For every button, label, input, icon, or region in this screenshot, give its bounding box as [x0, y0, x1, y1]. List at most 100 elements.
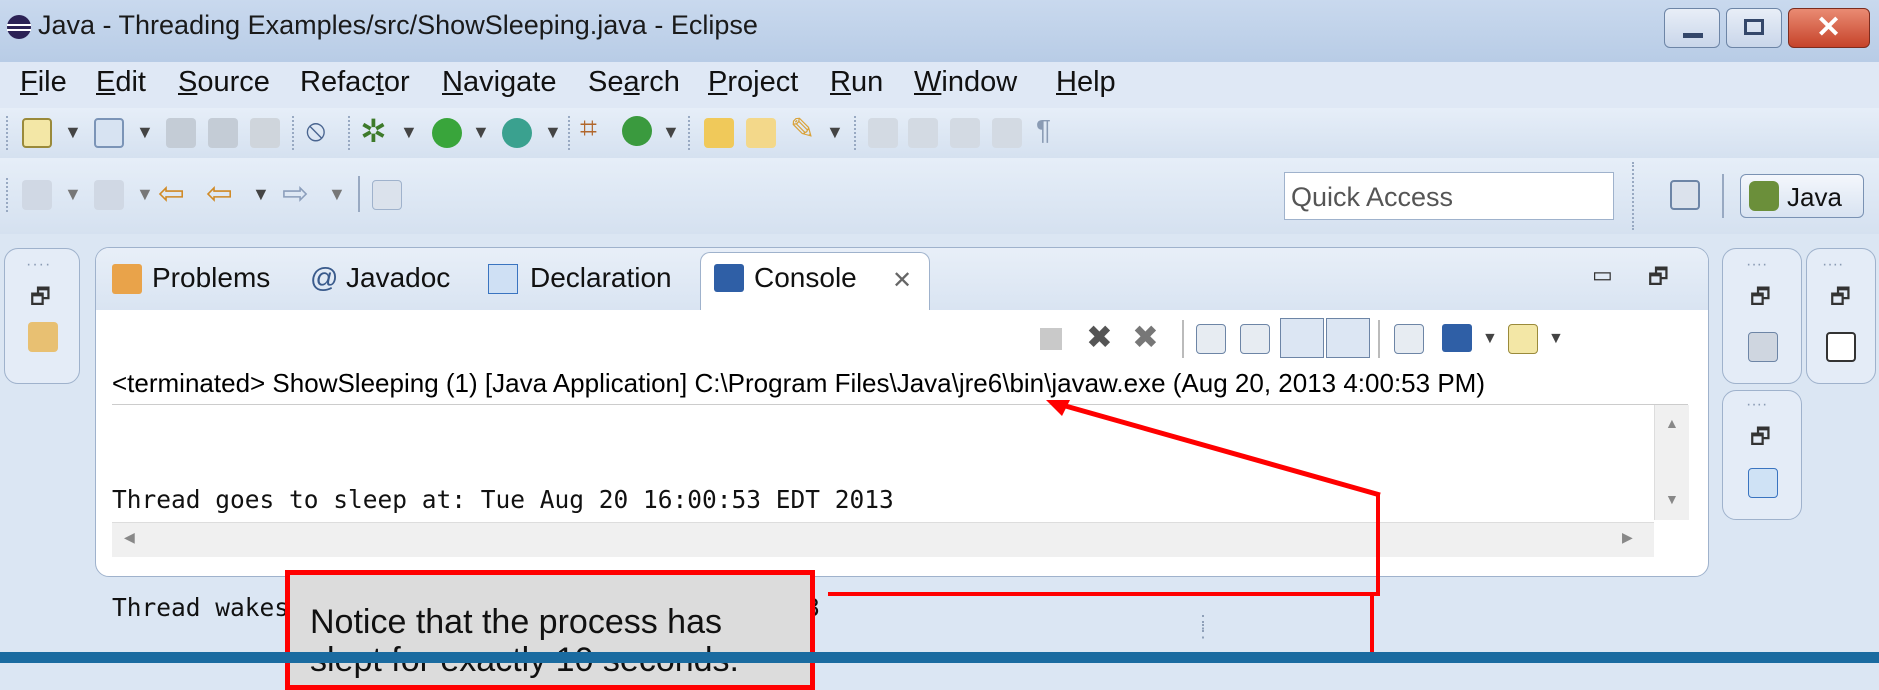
- new-wizard-icon[interactable]: [94, 118, 124, 148]
- annotation-icon[interactable]: [908, 118, 938, 148]
- save-all-icon[interactable]: [208, 118, 238, 148]
- run-icon[interactable]: [432, 118, 462, 148]
- task-list-icon[interactable]: [1748, 332, 1778, 362]
- scroll-left-icon[interactable]: ◀: [124, 529, 135, 546]
- drag-handle-icon[interactable]: ····: [26, 256, 51, 274]
- restore-icon[interactable]: 🗗: [1750, 280, 1771, 318]
- close-tab-icon[interactable]: ✕: [892, 266, 912, 295]
- show-console-stdout-button[interactable]: [1280, 318, 1324, 358]
- open-perspective-icon[interactable]: [1670, 180, 1700, 210]
- toolbar-separator: [6, 116, 10, 150]
- minimize-button[interactable]: [1664, 8, 1720, 48]
- chevron-down-icon[interactable]: ▼: [64, 184, 82, 205]
- console-process-label: <terminated> ShowSleeping (1) [Java Appl…: [112, 368, 1485, 398]
- drag-handle-icon[interactable]: ····: [1746, 256, 1767, 274]
- minimize-view-icon[interactable]: ▭: [1592, 262, 1613, 288]
- terminate-icon[interactable]: [1040, 328, 1062, 350]
- outline-icon[interactable]: [1748, 468, 1778, 498]
- restore-icon[interactable]: 🗗: [1750, 420, 1771, 458]
- display-console-icon[interactable]: [1442, 324, 1472, 352]
- console-icon: [714, 264, 744, 292]
- new-icon[interactable]: [22, 118, 52, 148]
- drag-handle-icon[interactable]: ····: [1822, 256, 1843, 274]
- clear-console-icon[interactable]: [1196, 324, 1226, 354]
- pin-console-icon[interactable]: [1394, 324, 1424, 354]
- block-selection-icon[interactable]: [950, 118, 980, 148]
- scroll-up-icon[interactable]: ▲: [1665, 415, 1679, 431]
- new-class-icon[interactable]: [622, 116, 652, 146]
- console-output[interactable]: Thread goes to sleep at: Tue Aug 20 16:0…: [112, 410, 1652, 622]
- tab-console-label[interactable]: Console: [754, 262, 857, 294]
- search-icon[interactable]: ✎: [790, 112, 815, 147]
- tab-problems[interactable]: Problems: [152, 262, 270, 294]
- menu-refactor[interactable]: Refactor: [300, 66, 410, 99]
- chevron-down-icon[interactable]: ▼: [1482, 330, 1498, 348]
- menu-navigate[interactable]: Navigate: [442, 66, 556, 99]
- chevron-down-icon[interactable]: ▼: [64, 122, 82, 143]
- tab-javadoc[interactable]: Javadoc: [346, 262, 450, 294]
- package-explorer-icon[interactable]: [28, 322, 58, 352]
- chevron-down-icon[interactable]: ▼: [472, 122, 490, 143]
- debug-icon[interactable]: ✲: [360, 112, 387, 150]
- chevron-down-icon[interactable]: ▼: [1548, 330, 1564, 348]
- next-annotation-icon[interactable]: [22, 180, 52, 210]
- minimize-icon: [1683, 33, 1703, 38]
- menu-file[interactable]: File: [20, 66, 67, 99]
- show-console-stderr-button[interactable]: [1326, 318, 1370, 358]
- declaration-icon: [488, 264, 518, 294]
- close-button[interactable]: ✕: [1788, 8, 1870, 48]
- java-perspective-button[interactable]: Java: [1740, 174, 1864, 218]
- menu-run[interactable]: Run: [830, 66, 883, 99]
- restore-icon[interactable]: 🗗: [30, 280, 51, 318]
- open-folder-icon[interactable]: [746, 118, 776, 148]
- forward-icon[interactable]: ⇨: [282, 174, 309, 212]
- window-title: Java - Threading Examples/src/ShowSleepi…: [38, 10, 758, 40]
- chevron-down-icon[interactable]: ▼: [544, 122, 562, 143]
- maximize-view-icon[interactable]: 🗗: [1648, 260, 1669, 298]
- menu-search[interactable]: Search: [588, 66, 680, 99]
- previous-annotation-icon[interactable]: [94, 180, 124, 210]
- remove-all-terminated-icon[interactable]: ✖: [1132, 318, 1159, 356]
- last-edit-icon[interactable]: ⇦: [158, 174, 185, 212]
- sash-handle-icon[interactable]: ⋮ ⋮: [1194, 613, 1212, 640]
- menu-edit[interactable]: Edit: [96, 66, 146, 99]
- scroll-right-icon[interactable]: ▶: [1622, 529, 1633, 546]
- chevron-down-icon[interactable]: ▼: [328, 184, 346, 205]
- chevron-down-icon[interactable]: ▼: [400, 122, 418, 143]
- restore-icon[interactable]: 🗗: [1830, 280, 1851, 318]
- toggle-mark-icon[interactable]: [868, 118, 898, 148]
- open-type-icon[interactable]: [704, 118, 734, 148]
- drag-handle-icon[interactable]: ····: [1746, 396, 1767, 414]
- chevron-down-icon[interactable]: ▼: [136, 122, 154, 143]
- callout-connector-vertical: [1376, 494, 1380, 596]
- save-icon[interactable]: [166, 118, 196, 148]
- pin-editor-icon[interactable]: [372, 180, 402, 210]
- chevron-down-icon[interactable]: ▼: [252, 184, 270, 205]
- menu-source[interactable]: Source: [178, 66, 270, 99]
- print-icon[interactable]: [250, 118, 280, 148]
- run-external-tools-icon[interactable]: [502, 118, 532, 148]
- menu-window[interactable]: Window: [914, 66, 1017, 99]
- source-view-icon[interactable]: [992, 118, 1022, 148]
- vertical-scrollbar[interactable]: ▲ ▼: [1654, 405, 1689, 520]
- remove-launch-icon[interactable]: ✖: [1086, 318, 1113, 356]
- toolbar-separator: [688, 116, 692, 150]
- quick-access-input[interactable]: Quick Access: [1284, 172, 1614, 220]
- new-package-icon[interactable]: ⌗: [580, 112, 597, 146]
- menu-help[interactable]: Help: [1056, 66, 1116, 99]
- toolbar-separator: [1632, 162, 1636, 230]
- skip-breakpoints-icon[interactable]: ⦸: [306, 114, 326, 148]
- show-whitespace-icon[interactable]: ¶: [1036, 114, 1051, 146]
- horizontal-scrollbar[interactable]: ◀ ▶: [112, 522, 1654, 557]
- chevron-down-icon[interactable]: ▼: [662, 122, 680, 143]
- open-console-icon[interactable]: [1508, 324, 1538, 354]
- view-icon[interactable]: [1826, 332, 1856, 362]
- menu-project[interactable]: Project: [708, 66, 798, 99]
- back-icon[interactable]: ⇦: [206, 174, 233, 212]
- maximize-button[interactable]: [1726, 8, 1782, 48]
- chevron-down-icon[interactable]: ▼: [826, 122, 844, 143]
- tab-declaration[interactable]: Declaration: [530, 262, 672, 294]
- chevron-down-icon[interactable]: ▼: [136, 184, 154, 205]
- scroll-lock-icon[interactable]: [1240, 324, 1270, 354]
- scroll-down-icon[interactable]: ▼: [1665, 491, 1679, 507]
